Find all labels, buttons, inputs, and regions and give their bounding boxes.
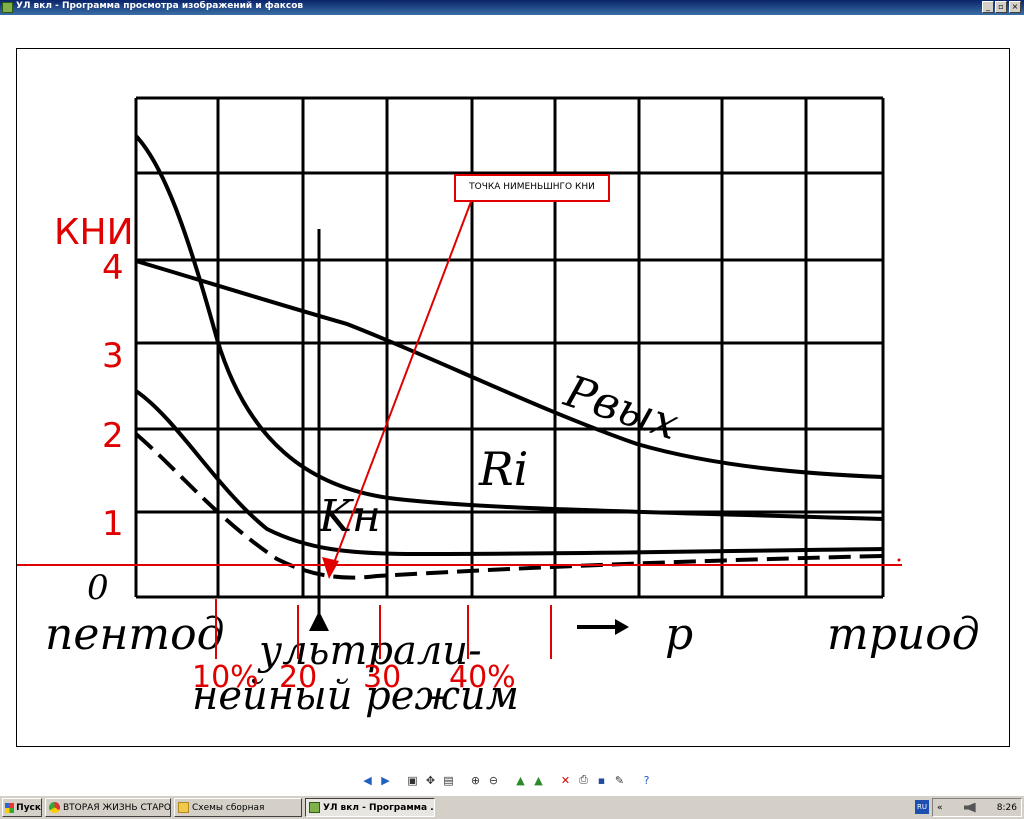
y-title: КНИ [54,212,134,253]
toolbar-separator [459,773,465,788]
task-chrome[interactable]: ВТОРАЯ ЖИЗНЬ СТАРО... [45,798,171,817]
actual-size-icon[interactable]: ✥ [423,773,438,788]
scanned-chart-image: ТОЧКА НИМЕНЬШНГО КНИ КНИ 4 3 2 1 0 Pвых … [1,48,1010,747]
system-tray: « 8:26 [932,798,1022,817]
task-label: ВТОРАЯ ЖИЗНЬ СТАРО... [63,802,171,813]
taskbar: Пуск ВТОРАЯ ЖИЗНЬ СТАРО... Схемы сборная… [0,795,1024,819]
task-label: УЛ вкл - Программа ... [323,802,435,813]
maximize-button[interactable]: ▫ [995,1,1007,13]
chart-grid [134,96,885,599]
close-button[interactable]: × [1009,1,1021,13]
slideshow-icon[interactable]: ▤ [441,773,456,788]
task-folder[interactable]: Схемы сборная [174,798,302,817]
y-label-1: 1 [102,504,124,544]
annotation-text: ТОЧКА НИМЕНЬШНГО КНИ [468,182,595,192]
toolbar-separator [549,773,555,788]
percent-mark-20: 20 [279,660,317,695]
best-fit-icon[interactable]: ▣ [405,773,420,788]
toolbar-separator [504,773,510,788]
minimize-button[interactable]: _ [982,1,994,13]
y-label-3: 3 [102,336,124,376]
zoom-out-icon[interactable]: ⊖ [486,773,501,788]
edit-icon[interactable]: ✎ [612,773,627,788]
y-label-4: 4 [102,248,124,288]
x-label-pentode: пентод [45,609,224,660]
help-icon[interactable]: ? [639,773,654,788]
window-titlebar[interactable]: УЛ вкл - Программа просмотра изображений… [0,0,1024,15]
percent-mark-10: 10% [192,660,259,695]
toolbar-separator [630,773,636,788]
label-ri: Ri [478,442,528,496]
start-label: Пуск [16,802,41,813]
windows-flag-icon [5,802,15,813]
y-label-2: 2 [102,416,124,456]
x-arrow-head [615,619,629,635]
prev-icon[interactable]: ◀ [360,773,375,788]
next-icon[interactable]: ▶ [378,773,393,788]
image-viewer-icon [309,802,320,813]
chart-svg: ТОЧКА НИМЕНЬШНГО КНИ КНИ 4 3 2 1 0 Pвых … [1,96,980,719]
rotate-clockwise-icon[interactable]: ▲ [513,773,528,788]
y-label-0: 0 [87,568,109,608]
tray-expand-arrow[interactable]: « [937,803,943,813]
language-indicator[interactable]: RU [915,800,929,814]
image-viewer-icon [2,2,13,13]
percent-mark-40: 40% [449,660,516,695]
x-label-triode: триод [827,609,980,660]
x-label-p: p [665,609,693,660]
task-image-viewer[interactable]: УЛ вкл - Программа ... [305,798,435,817]
zoom-in-icon[interactable]: ⊕ [468,773,483,788]
folder-icon [178,802,189,813]
label-kn: Kн [318,491,381,542]
start-button[interactable]: Пуск [2,798,42,817]
speaker-icon[interactable] [963,802,976,813]
window-title: УЛ вкл - Программа просмотра изображений… [16,1,304,11]
red-dot [897,558,901,562]
task-label: Схемы сборная [192,802,265,813]
rotate-counterclockwise-icon[interactable]: ▲ [531,773,546,788]
chrome-icon [49,802,60,813]
percent-mark-30: 30 [363,660,401,695]
delete-icon[interactable]: ✕ [558,773,573,788]
print-icon[interactable]: ⎙ [576,773,591,788]
viewer-toolbar: ◀ ▶ ▣ ✥ ▤ ⊕ ⊖ ▲ ▲ ✕ ⎙ ▪ ✎? [360,770,654,790]
clock: 8:26 [996,802,1017,813]
image-viewer-area: ТОЧКА НИМЕНЬШНГО КНИ КНИ 4 3 2 1 0 Pвых … [0,15,1024,795]
toolbar-separator [396,773,402,788]
save-icon[interactable]: ▪ [594,773,609,788]
